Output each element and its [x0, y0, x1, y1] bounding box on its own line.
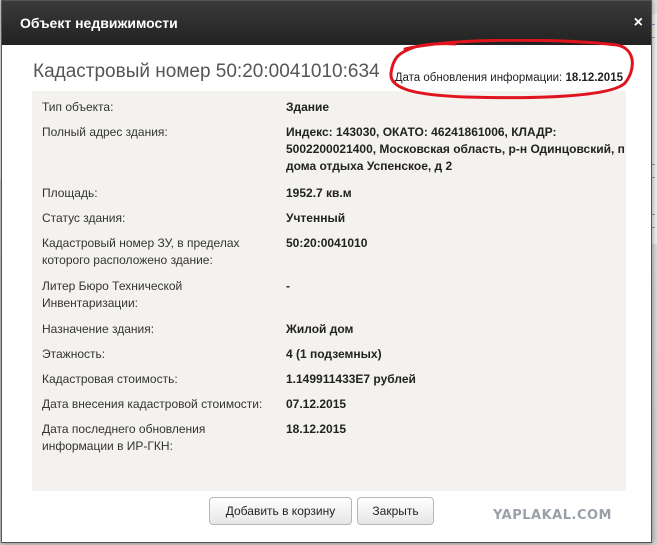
detail-value: 1952.7 кв.м: [286, 186, 352, 200]
detail-value: Жилой дом: [286, 322, 354, 336]
detail-label: Литер Бюро Технической Инвентаризации:: [42, 279, 183, 310]
detail-value: 07.12.2015: [286, 397, 347, 411]
details-panel: Тип объекта: Здание Полный адрес здания:…: [32, 91, 626, 491]
detail-value: 50:20:0041010: [286, 236, 368, 250]
detail-label: Площадь:: [42, 186, 98, 200]
detail-value: Индекс: 143030, ОКАТО: 46241861006, КЛАД…: [286, 125, 625, 173]
dialog-title: Объект недвижимости: [20, 15, 178, 31]
detail-label: Кадастровый номер ЗУ, в пределах которог…: [42, 236, 240, 267]
detail-label: Кадастровая стоимость:: [42, 372, 178, 386]
update-date: 18.12.2015: [565, 72, 623, 84]
property-dialog: Объект недвижимости × Кадастровый номер …: [1, 0, 652, 543]
detail-label: Этажность:: [42, 347, 106, 361]
dialog-header: Кадастровый номер 50:20:0041010:634 Дата…: [33, 59, 627, 87]
detail-value: Здание: [286, 100, 330, 114]
detail-label: Полный адрес здания:: [42, 125, 168, 139]
detail-label: Дата внесения кадастровой стоимости:: [42, 397, 263, 411]
detail-label: Тип объекта:: [42, 100, 114, 114]
detail-value: -: [286, 279, 290, 293]
detail-value: 18.12.2015: [286, 422, 347, 436]
detail-value: Учтенный: [286, 211, 346, 225]
add-to-cart-button[interactable]: Добавить в корзину: [209, 497, 352, 525]
update-info: Дата обновления информации: 18.12.2015: [395, 72, 623, 84]
dialog-titlebar: Объект недвижимости: [2, 1, 651, 45]
cadastral-number-title: Кадастровый номер 50:20:0041010:634: [33, 61, 380, 82]
close-button[interactable]: Закрыть: [357, 497, 434, 525]
update-label: Дата обновления информации:: [394, 72, 566, 84]
detail-label: Статус здания:: [42, 211, 126, 225]
detail-value: 4 (1 подземных): [286, 347, 382, 361]
detail-value: 1.149911433E7 рублей: [286, 372, 416, 386]
detail-label: Назначение здания:: [42, 322, 155, 336]
detail-label: Дата последнего обновления информации в …: [42, 422, 206, 453]
close-icon[interactable]: ×: [634, 15, 643, 31]
watermark-text: YAPLAKAL.COM: [493, 508, 612, 523]
